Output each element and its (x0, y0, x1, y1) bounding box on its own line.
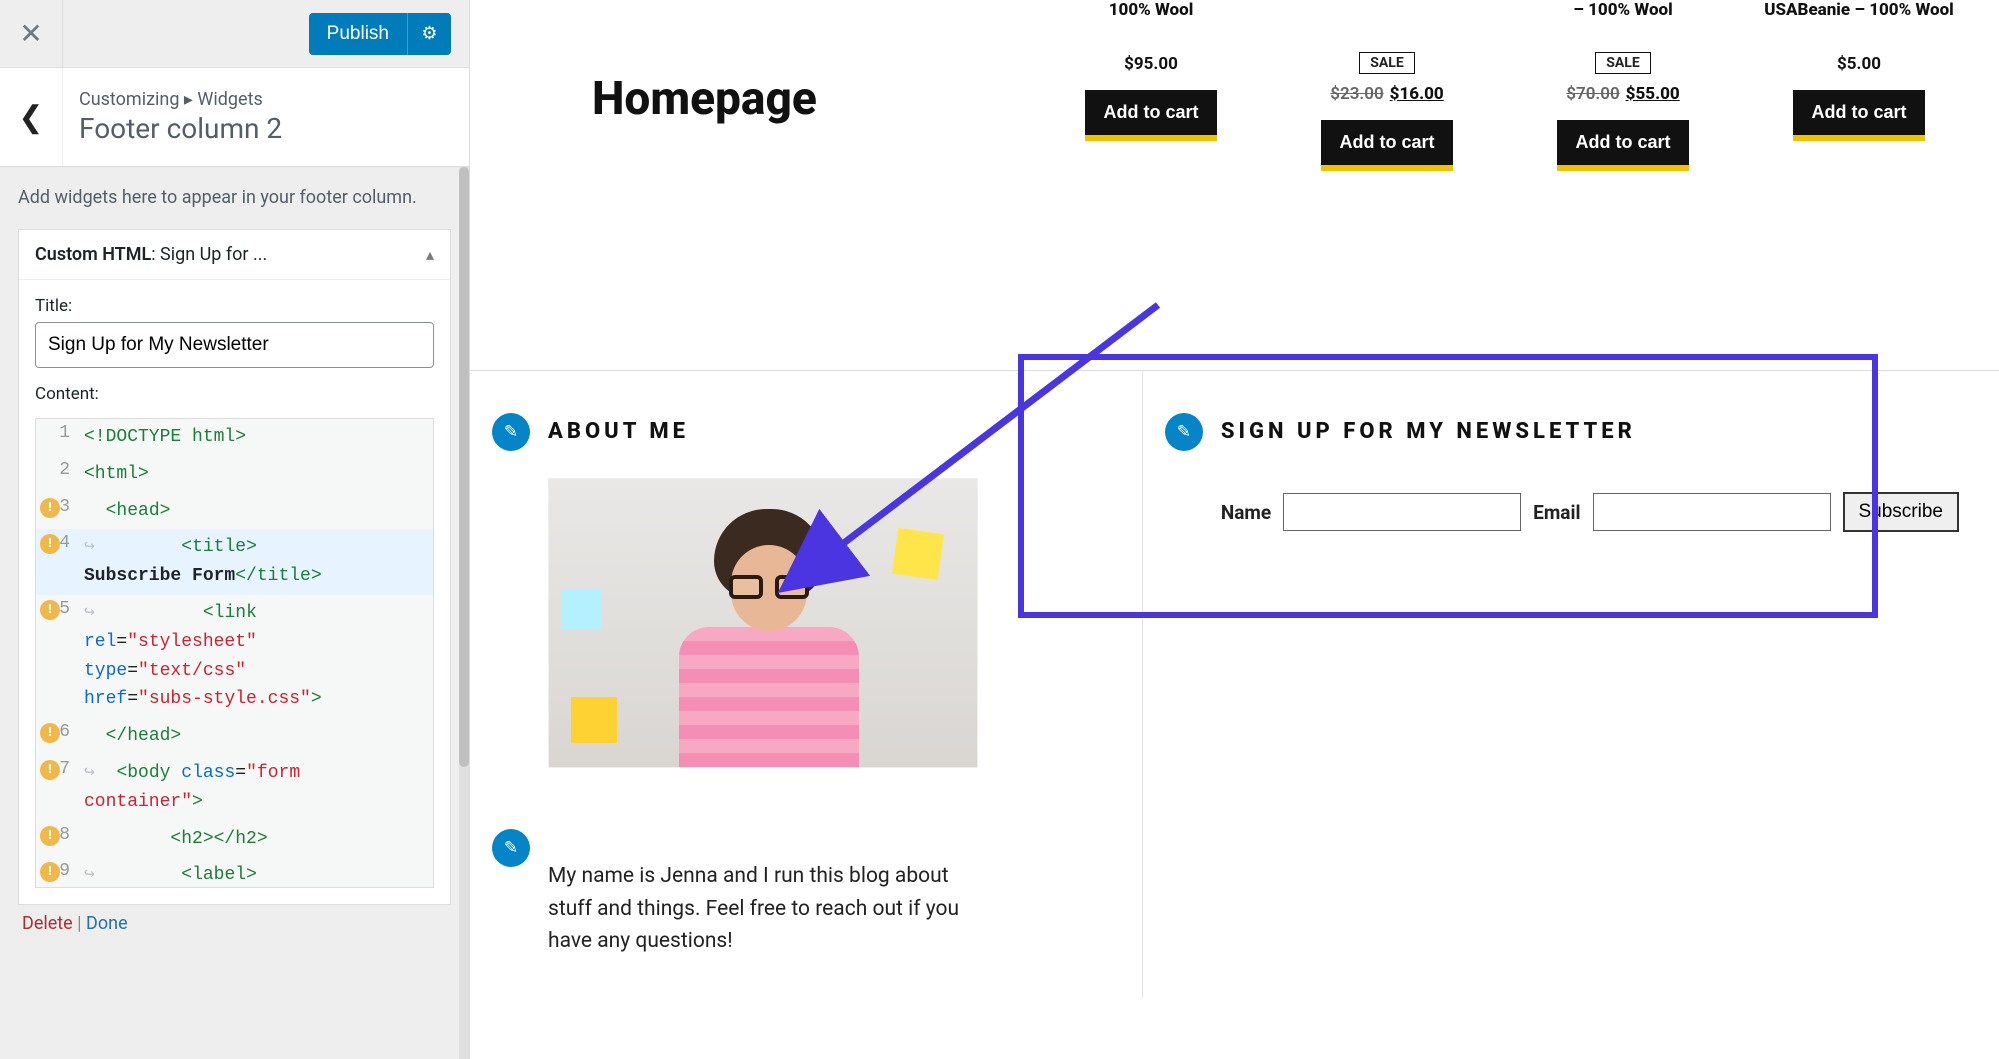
product-name: – 100% Wool (1523, 0, 1723, 44)
edit-widget-button[interactable]: ✎ (1165, 413, 1203, 451)
about-heading: ABOUT ME (548, 419, 1102, 444)
delete-widget-link[interactable]: Delete (22, 913, 73, 934)
sale-badge: SALE (1359, 52, 1414, 74)
footer-col-about: ✎ ABOUT ME ✎ My name is Jenna and I run … (470, 371, 1142, 998)
name-input[interactable] (1283, 493, 1521, 531)
widget-header[interactable]: Custom HTML: Sign Up for ... ▴ (19, 230, 450, 280)
widget-actions: Delete | Done (18, 905, 451, 938)
about-image (548, 478, 978, 768)
chevron-left-icon: ❮ (18, 100, 43, 135)
pencil-icon: ✎ (1177, 422, 1191, 442)
product-name: USABeanie – 100% Wool (1759, 0, 1959, 44)
content-label: Content: (35, 384, 434, 404)
close-icon: ✕ (19, 17, 42, 50)
subscribe-form: Name Email Subscribe (1221, 492, 1959, 532)
page-title: Homepage (592, 72, 817, 126)
subscribe-button[interactable]: Subscribe (1843, 492, 1960, 532)
product-price: $95.00 (1051, 54, 1251, 74)
breadcrumb: Customizing ▸ Widgets (79, 89, 282, 110)
sidebar-scrollbar[interactable] (459, 167, 469, 1059)
email-input[interactable] (1593, 493, 1831, 531)
publish-settings-button[interactable]: ⚙ (407, 13, 451, 55)
about-body: My name is Jenna and I run this blog abo… (548, 860, 988, 958)
product-name: 100% Wool (1051, 0, 1251, 44)
widget-title-input[interactable] (35, 322, 434, 368)
publish-group: Publish ⚙ (309, 13, 451, 55)
widget-type: Custom HTML (35, 244, 151, 265)
gear-icon: ⚙ (421, 23, 437, 44)
pencil-icon: ✎ (504, 838, 518, 858)
back-button[interactable]: ❮ (0, 68, 63, 166)
add-to-cart-button[interactable]: Add to cart (1557, 120, 1688, 165)
chevron-up-icon: ▴ (426, 245, 434, 264)
add-to-cart-button[interactable]: Add to cart (1321, 120, 1452, 165)
title-label: Title: (35, 296, 434, 316)
html-code-editor[interactable]: 1<!DOCTYPE html>2<html>3! <head>4!↪ <tit… (35, 418, 434, 888)
section-title: Footer column 2 (79, 112, 282, 145)
product-name (1287, 0, 1487, 44)
done-widget-link[interactable]: Done (86, 913, 128, 934)
product-price: $70.00$55.00 (1523, 84, 1723, 104)
widget-custom-html: Custom HTML: Sign Up for ... ▴ Title: Co… (18, 229, 451, 905)
product-card: – 100% Wool SALE $70.00$55.00 Add to cart (1523, 0, 1723, 165)
product-card: USABeanie – 100% Wool $5.00 Add to cart (1759, 0, 1959, 165)
edit-widget-button[interactable]: ✎ (492, 413, 530, 451)
section-description: Add widgets here to appear in your foote… (18, 185, 451, 211)
footer-col-signup: ✎ SIGN UP FOR MY NEWSLETTER Name Email S… (1142, 371, 1999, 998)
sale-badge: SALE (1595, 52, 1650, 74)
product-grid: 100% Wool $95.00 Add to cart SALE $23.00$16.… (1051, 0, 1959, 165)
edit-widget-button[interactable]: ✎ (492, 829, 530, 867)
pencil-icon: ✎ (504, 422, 518, 442)
customizer-sidebar: ✕ Publish ⚙ ❮ Customizing ▸ Widgets Foot… (0, 0, 470, 1059)
product-card: 100% Wool $95.00 Add to cart (1051, 0, 1251, 165)
widget-name-suffix: : Sign Up for ... (151, 244, 267, 265)
product-price: $5.00 (1759, 54, 1959, 74)
publish-button[interactable]: Publish (309, 13, 407, 55)
site-preview: Homepage 100% Wool $95.00 Add to cart SALE $… (470, 0, 1999, 1059)
customizer-topbar: ✕ Publish ⚙ (0, 0, 469, 67)
footer-area: ✎ ABOUT ME ✎ My name is Jenna and I run … (470, 370, 1999, 998)
close-customizer-button[interactable]: ✕ (0, 0, 63, 67)
customizer-breadcrumb-row: ❮ Customizing ▸ Widgets Footer column 2 (0, 67, 469, 167)
add-to-cart-button[interactable]: Add to cart (1793, 90, 1924, 135)
name-label: Name (1221, 501, 1271, 524)
product-card: SALE $23.00$16.00 Add to cart (1287, 0, 1487, 165)
add-to-cart-button[interactable]: Add to cart (1085, 90, 1216, 135)
email-label: Email (1533, 501, 1580, 524)
product-price: $23.00$16.00 (1287, 84, 1487, 104)
signup-heading: SIGN UP FOR MY NEWSLETTER (1221, 419, 1959, 444)
